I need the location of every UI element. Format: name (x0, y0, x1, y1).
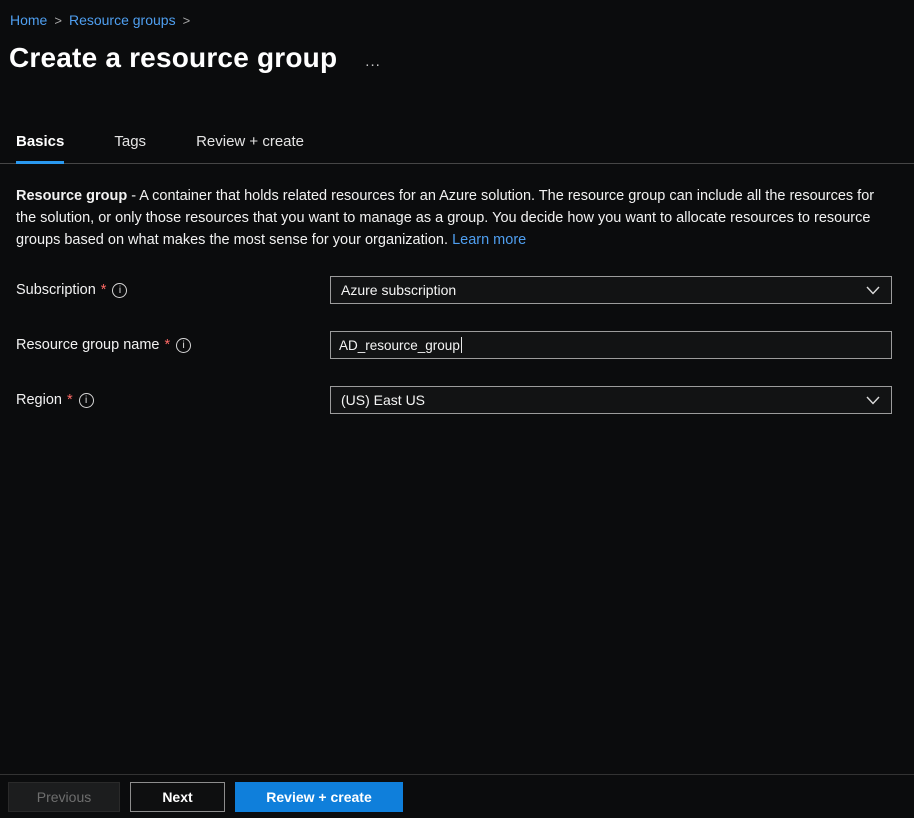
breadcrumb-home[interactable]: Home (10, 12, 47, 28)
subscription-value: Azure subscription (341, 282, 456, 298)
region-label: Region (16, 392, 62, 408)
tab-tags[interactable]: Tags (114, 124, 146, 163)
region-dropdown[interactable]: (US) East US (330, 386, 892, 414)
required-asterisk: * (164, 337, 170, 353)
required-asterisk: * (67, 392, 73, 408)
chevron-down-icon (865, 394, 881, 406)
description-bold: Resource group (16, 188, 127, 204)
next-button[interactable]: Next (130, 782, 225, 812)
wizard-footer: Previous Next Review + create (0, 774, 914, 818)
description-text: - A container that holds related resourc… (16, 188, 874, 248)
context-menu-button[interactable]: ... (365, 53, 381, 70)
page-title: Create a resource group (9, 42, 337, 74)
previous-button[interactable]: Previous (8, 782, 120, 812)
text-cursor (461, 337, 462, 353)
tab-bar: Basics Tags Review + create (0, 124, 914, 164)
tab-basics[interactable]: Basics (16, 124, 64, 163)
breadcrumb-resource-groups[interactable]: Resource groups (69, 12, 176, 28)
description: Resource group - A container that holds … (0, 164, 896, 251)
resource-group-name-label-cell: Resource group name * i (16, 337, 330, 353)
subscription-row: Subscription * i Azure subscription (16, 276, 898, 304)
basics-form: Subscription * i Azure subscription Reso… (0, 276, 914, 414)
page-header: Create a resource group ... (0, 42, 914, 74)
info-icon[interactable]: i (79, 393, 94, 408)
create-resource-group-page: Home > Resource groups > Create a resour… (0, 0, 914, 818)
breadcrumb-separator-icon: > (54, 13, 62, 28)
subscription-dropdown[interactable]: Azure subscription (330, 276, 892, 304)
review-create-button[interactable]: Review + create (235, 782, 403, 812)
resource-group-name-input[interactable]: AD_resource_group (330, 331, 892, 359)
resource-group-name-value: AD_resource_group (339, 338, 460, 353)
chevron-down-icon (865, 284, 881, 296)
subscription-label-cell: Subscription * i (16, 282, 330, 298)
required-asterisk: * (101, 282, 107, 298)
resource-group-name-row: Resource group name * i AD_resource_grou… (16, 331, 898, 359)
breadcrumb: Home > Resource groups > (0, 0, 914, 28)
info-icon[interactable]: i (112, 283, 127, 298)
region-value: (US) East US (341, 392, 425, 408)
region-label-cell: Region * i (16, 392, 330, 408)
info-icon[interactable]: i (176, 338, 191, 353)
breadcrumb-separator-icon: > (183, 13, 191, 28)
tab-review-create[interactable]: Review + create (196, 124, 304, 163)
resource-group-name-label: Resource group name (16, 337, 159, 353)
region-row: Region * i (US) East US (16, 386, 898, 414)
subscription-label: Subscription (16, 282, 96, 298)
learn-more-link[interactable]: Learn more (452, 232, 526, 248)
